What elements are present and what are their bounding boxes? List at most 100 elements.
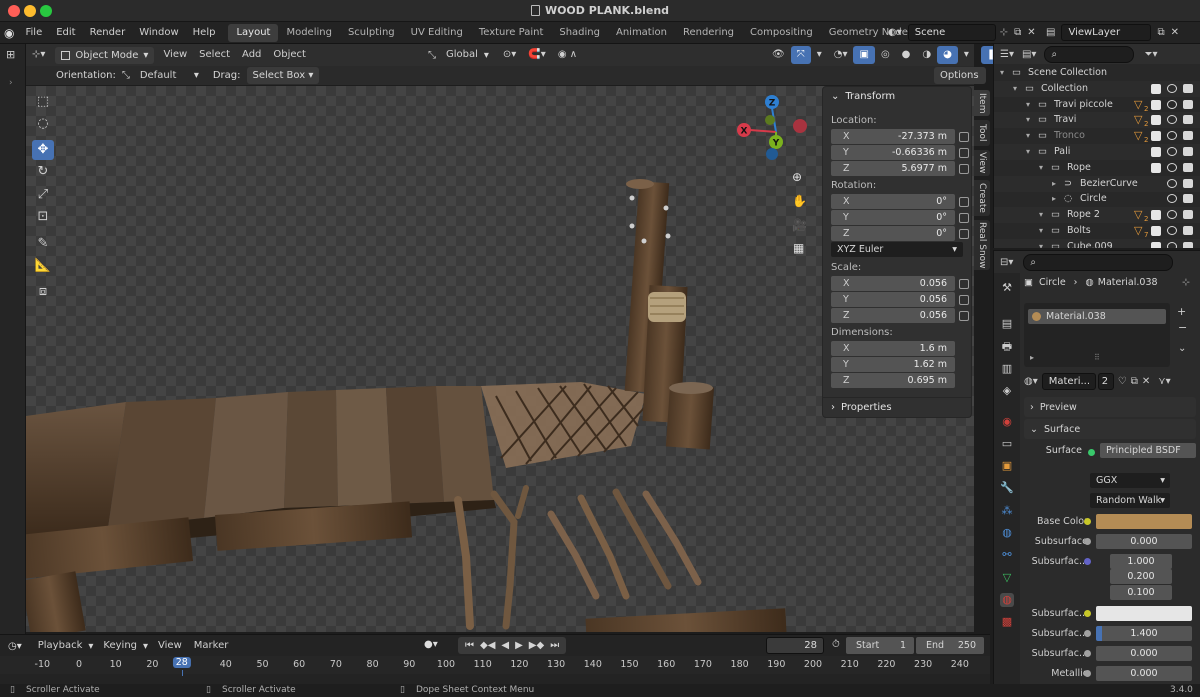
dimensions-y-field[interactable]: Y 1.62 m — [831, 357, 955, 372]
outliner-row[interactable]: ▸ ⊃ BezierCurve — [994, 175, 1200, 192]
outliner-row[interactable]: ▸ ◌ Circle — [994, 191, 1200, 207]
minimize-window-button[interactable] — [24, 5, 36, 17]
expand-arrow-icon[interactable]: ▸ — [1052, 176, 1056, 192]
visibility-checkbox[interactable] — [1151, 210, 1161, 221]
slot-menu-icon[interactable]: ⌄ — [1178, 343, 1186, 354]
lock-icon[interactable] — [959, 295, 969, 305]
eye-icon[interactable] — [1167, 241, 1177, 248]
expand-arrow-icon[interactable]: ▾ — [1026, 128, 1030, 144]
property-value-field[interactable]: 0.000 — [1096, 646, 1192, 661]
lock-icon[interactable] — [959, 197, 969, 207]
drag-dropdown[interactable]: Select Box ▾ — [246, 67, 320, 84]
outliner-row[interactable]: ▾ ▭ Tronco ▽ 2 — [994, 128, 1200, 144]
maximize-window-button[interactable] — [40, 5, 52, 17]
sidebar-tab-real-snow[interactable]: Real Snow — [974, 220, 990, 270]
camera-icon[interactable] — [1183, 194, 1193, 204]
surface-panel-header[interactable]: ⌄ Surface — [1024, 419, 1196, 439]
outliner-search-input[interactable]: ⌕ — [1044, 45, 1135, 63]
sidebar-tab-view[interactable]: View — [974, 150, 990, 176]
new-scene-icon[interactable]: ⧉ — [1014, 27, 1021, 38]
frame-ruler[interactable]: -10 0 10 20 28 40 50 60 70 80 90 100 110 120 130 140 150… — [0, 656, 990, 676]
pin-icon[interactable]: ⊹ — [1182, 277, 1190, 288]
visibility-checkbox[interactable] — [1151, 162, 1161, 173]
timeline-menu-playback[interactable]: Playback — [32, 637, 89, 655]
camera-icon[interactable] — [1183, 115, 1193, 125]
object-props-icon[interactable]: ▣ — [1000, 459, 1014, 473]
preview-panel-header[interactable]: › Preview — [1024, 397, 1196, 417]
tool-props-icon[interactable]: ⚒ — [1000, 281, 1014, 295]
camera-icon[interactable] — [1183, 131, 1193, 141]
play-reverse-icon[interactable]: ◀ — [501, 640, 509, 651]
view-layer-icon[interactable]: ▤ — [1046, 27, 1055, 38]
lock-icon[interactable] — [959, 311, 969, 321]
move-tool-icon[interactable]: ✥ — [32, 140, 54, 160]
expand-arrow-icon[interactable]: ▾ — [1039, 160, 1043, 176]
camera-icon[interactable] — [1183, 162, 1193, 172]
pin-icon[interactable]: ⊹ — [1000, 27, 1008, 38]
outliner-row[interactable]: ▾ ▭ Travi piccole ▽ 2 — [994, 97, 1200, 113]
expand-arrow-icon[interactable]: ▾ — [1013, 81, 1017, 97]
resize-handle-icon[interactable]: ⠿ — [1094, 353, 1100, 362]
scale-z-field[interactable]: Z 0.056 — [831, 308, 955, 323]
lock-icon[interactable] — [959, 229, 969, 239]
transform-panel-header[interactable]: ⌄ Transform — [823, 87, 971, 107]
material-users-count[interactable]: 2 — [1097, 373, 1114, 390]
timeline-menu-keying[interactable]: Keying — [97, 637, 143, 655]
editor-type-icon[interactable]: ☰▾ — [1000, 49, 1014, 60]
eye-icon[interactable] — [1167, 99, 1177, 109]
playhead[interactable]: 28 — [172, 657, 191, 668]
material-slot-item[interactable]: Material.038 — [1028, 309, 1166, 324]
close-window-button[interactable] — [8, 5, 20, 17]
unlink-material-icon[interactable]: ✕ — [1142, 376, 1150, 387]
properties-search-input[interactable]: ⌕ — [1023, 253, 1174, 271]
overlay-icon[interactable]: ◔▾ — [828, 46, 854, 64]
viewport-menu-add[interactable]: Add — [236, 46, 267, 64]
tab-rendering[interactable]: Rendering — [675, 24, 742, 42]
rotate-tool-icon[interactable]: ↻ — [32, 162, 54, 182]
options-dropdown[interactable]: Options ▾ — [934, 67, 986, 98]
camera-icon[interactable] — [1183, 147, 1193, 156]
material-name-field[interactable]: Materi... — [1041, 373, 1096, 390]
expand-arrow-icon[interactable]: ▸ — [1052, 191, 1056, 207]
wireframe-shading-icon[interactable]: ◎ — [875, 46, 896, 64]
scale-tool-icon[interactable]: ⤢ — [32, 185, 54, 205]
property-value-field[interactable]: 0.000 — [1096, 666, 1192, 681]
render-props-icon[interactable]: ▤ — [1000, 317, 1014, 331]
expand-arrow-icon[interactable]: ▾ — [1000, 65, 1004, 81]
expand-arrow-icon[interactable]: ▾ — [1039, 223, 1043, 239]
eye-icon[interactable] — [1167, 115, 1177, 125]
properties-panel-header[interactable]: › Properties — [823, 397, 971, 417]
outliner-row[interactable]: ▾ ▭ Rope 2 ▽ 2 — [994, 207, 1200, 224]
material-shading-icon[interactable]: ◑ — [916, 46, 937, 64]
eye-icon[interactable] — [1167, 83, 1177, 93]
solid-shading-icon[interactable]: ● — [896, 46, 917, 64]
tab-texture-paint[interactable]: Texture Paint — [471, 24, 552, 42]
delete-view-layer-icon[interactable]: ✕ — [1171, 27, 1179, 38]
editor-type-icon[interactable]: ⊟▾ — [1000, 257, 1013, 268]
expand-arrow-icon[interactable]: ▾ — [1026, 144, 1030, 160]
dimensions-x-field[interactable]: X 1.6 m — [831, 341, 955, 356]
shading-dropdown-icon[interactable]: ▾ — [958, 46, 975, 64]
orientation-dropdown[interactable]: Default — [134, 67, 194, 85]
lock-icon[interactable] — [959, 164, 969, 174]
jump-end-icon[interactable]: ⏭ — [550, 640, 559, 651]
add-cube-tool-icon[interactable]: ⧈ — [32, 282, 54, 302]
menu-help[interactable]: Help — [186, 22, 223, 44]
viewport-menu-select[interactable]: Select — [193, 46, 236, 64]
material-props-icon[interactable]: ◍ — [1000, 592, 1014, 607]
filter-icon[interactable]: ⏷▾ — [1144, 49, 1157, 60]
gizmo-toggle-icon[interactable]: ⤧ — [790, 46, 811, 64]
collapse-arrow-icon[interactable]: › — [9, 78, 13, 88]
eye-icon[interactable] — [1167, 194, 1177, 204]
property-value-field[interactable]: 0.100 — [1110, 585, 1172, 600]
scene-props-icon[interactable]: ◈ — [1000, 384, 1014, 398]
modifier-props-icon[interactable]: 🔧 — [1000, 481, 1014, 495]
camera-icon[interactable] — [1183, 178, 1193, 188]
physics-props-icon[interactable]: ◍ — [1000, 526, 1014, 540]
scene-icon[interactable]: ◐▾ — [888, 27, 902, 38]
outliner-row[interactable]: ▾ ▭ Cube.009 — [994, 238, 1200, 248]
lock-icon[interactable] — [959, 132, 969, 142]
property-value-field[interactable]: 1.400 — [1096, 626, 1192, 641]
camera-icon[interactable] — [1183, 99, 1193, 109]
blender-logo-icon[interactable]: ◉ — [4, 26, 14, 40]
